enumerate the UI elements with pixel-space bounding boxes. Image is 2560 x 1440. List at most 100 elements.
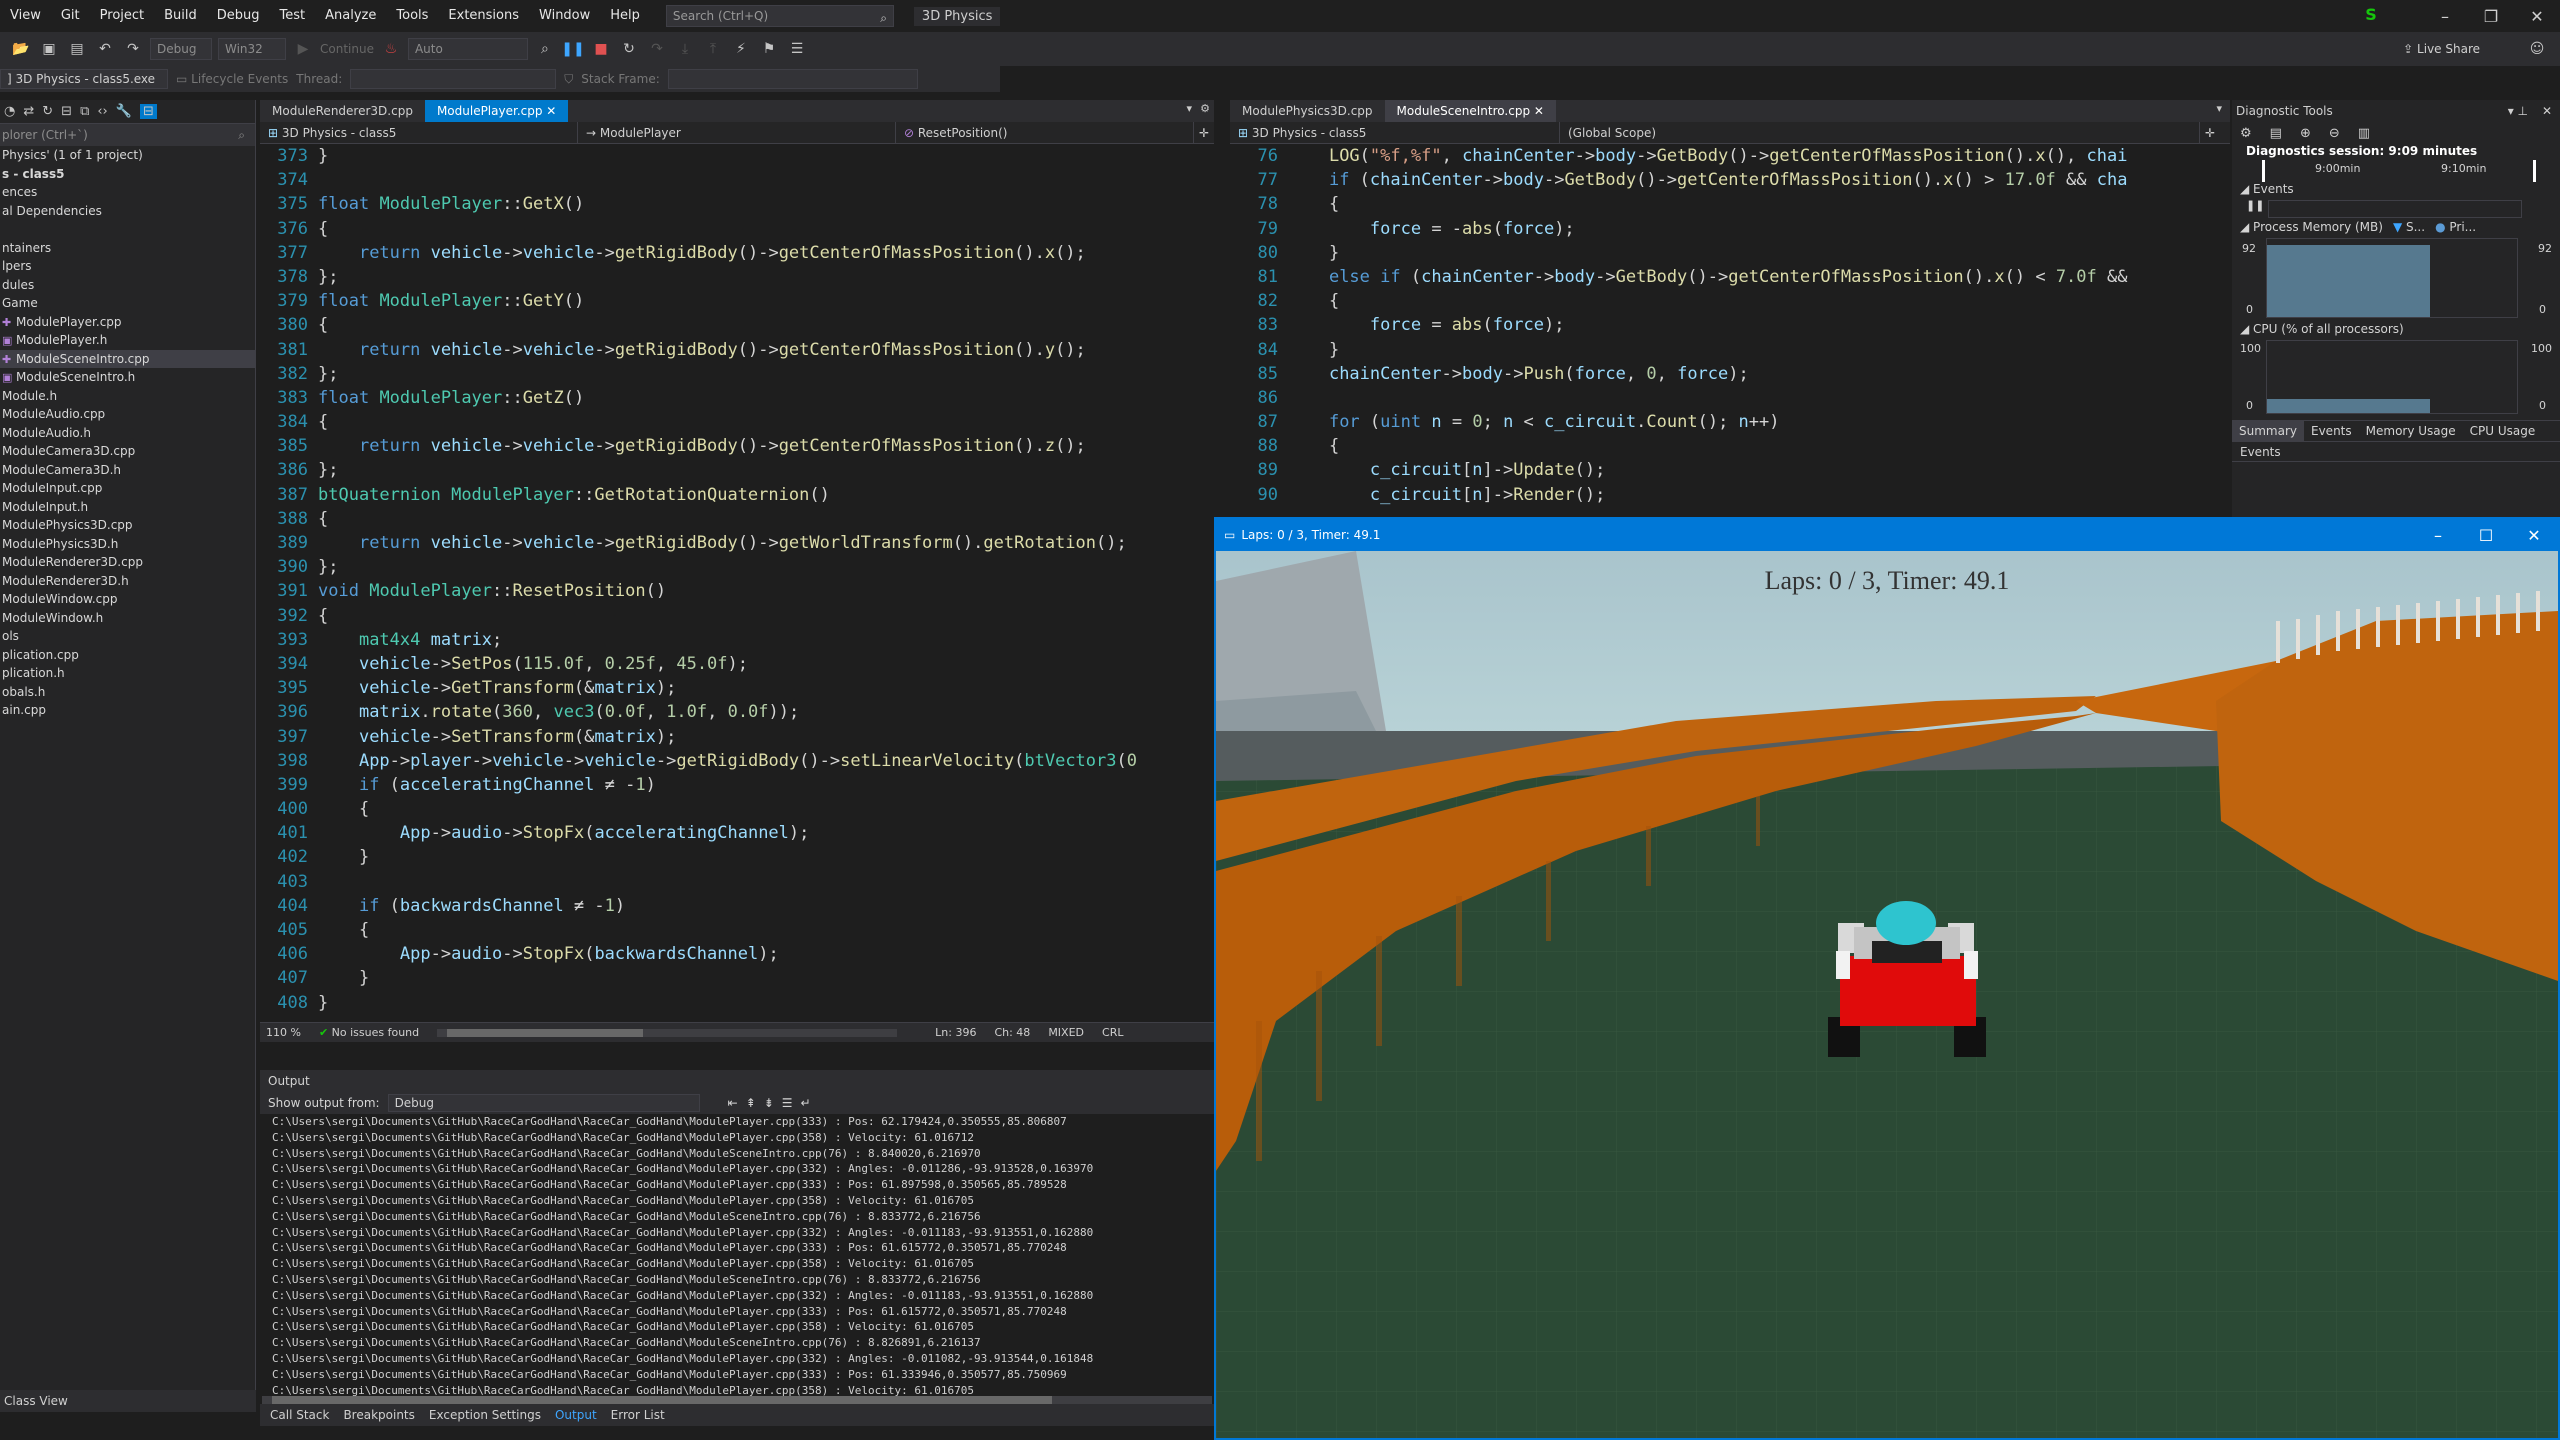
memory-legend-snapshot[interactable]: ▼ S... xyxy=(2393,220,2425,238)
game-window[interactable]: ▭ Laps: 0 / 3, Timer: 49.1 – ☐ ✕ Laps: 0… xyxy=(1214,517,2560,1440)
menu-item-test[interactable]: Test xyxy=(270,0,316,32)
events-section[interactable]: ◢ Events xyxy=(2232,182,2560,198)
minimize-icon[interactable]: – xyxy=(2422,7,2468,26)
project-select[interactable]: ⊞ 3D Physics - class5 xyxy=(1230,121,1560,144)
menu-item-analyze[interactable]: Analyze xyxy=(315,0,386,32)
zoom-out-icon[interactable]: ⊖ xyxy=(2329,126,2340,141)
solution-item[interactable]: ✚ ModuleSceneIntro.cpp xyxy=(0,349,255,368)
solution-item[interactable]: ModuleCamera3D.cpp xyxy=(0,442,255,461)
menu-item-view[interactable]: View xyxy=(0,0,51,32)
auto-select[interactable]: Auto xyxy=(407,38,528,60)
stop-icon[interactable]: ■ xyxy=(590,38,612,60)
solution-item[interactable]: ModuleAudio.h xyxy=(0,424,255,443)
solution-item[interactable]: obals.h xyxy=(0,683,255,702)
output-scrollbar[interactable] xyxy=(262,1396,1212,1404)
wrench-icon[interactable]: 🔧 xyxy=(116,104,132,119)
bottom-tab-exception-settings[interactable]: Exception Settings xyxy=(429,1408,541,1422)
step-out-icon[interactable]: ⤒ xyxy=(702,38,724,60)
step-over-icon[interactable]: ↷ xyxy=(646,38,668,60)
clear-icon[interactable]: ⇤ xyxy=(728,1096,738,1110)
scope-select[interactable]: → ModulePlayer xyxy=(578,121,896,144)
editor-tab[interactable]: ModulePhysics3D.cpp xyxy=(1230,100,1385,122)
close-tab-icon[interactable]: ✕ xyxy=(542,104,556,118)
tab-menu-icon[interactable]: ▾ xyxy=(1186,102,1192,115)
find-icon[interactable]: ⌕ xyxy=(534,38,556,60)
sync-icon[interactable]: ⇄ xyxy=(23,104,34,119)
editor-tab[interactable]: ModuleSceneIntro.cpp ✕ xyxy=(1384,100,1556,122)
search-input[interactable]: Search (Ctrl+Q) ⌕ xyxy=(665,5,894,27)
close-icon[interactable]: ✕ xyxy=(2542,100,2552,122)
settings-icon[interactable]: ⚙ xyxy=(1200,102,1210,115)
lifecycle-events-button[interactable]: ▭ Lifecycle Events xyxy=(176,72,288,86)
play-icon[interactable]: ▶ xyxy=(292,38,314,60)
solution-item[interactable]: ModuleWindow.cpp xyxy=(0,590,255,609)
restart-icon[interactable]: ↻ xyxy=(618,38,640,60)
solution-item[interactable]: Module.h xyxy=(0,387,255,406)
pin-icon[interactable]: ▾ ⊥ xyxy=(2508,100,2528,122)
encoding[interactable]: MIXED xyxy=(1048,1026,1084,1039)
solution-item[interactable]: ntainers xyxy=(0,239,255,258)
solution-item[interactable]: ModuleAudio.cpp xyxy=(0,405,255,424)
settings-icon[interactable]: ⚙ xyxy=(2240,126,2252,141)
horizontal-scrollbar[interactable] xyxy=(437,1028,898,1037)
menu-item-build[interactable]: Build xyxy=(154,0,207,32)
collapse-icon[interactable]: ⊟ xyxy=(61,104,72,119)
solution-item[interactable]: al Dependencies xyxy=(0,202,255,221)
save-icon[interactable]: ▣ xyxy=(38,38,60,60)
cpu-chart[interactable]: 100 0 100 0 xyxy=(2240,340,2552,414)
menu-item-tools[interactable]: Tools xyxy=(386,0,438,32)
solution-item[interactable] xyxy=(0,220,255,239)
game-viewport[interactable]: Laps: 0 / 3, Timer: 49.1 xyxy=(1216,551,2558,1438)
solution-item[interactable]: ModuleInput.h xyxy=(0,498,255,517)
menu-item-help[interactable]: Help xyxy=(600,0,650,32)
memory-section[interactable]: ◢ Process Memory (MB) ▼ S... ● Pri... xyxy=(2232,220,2560,238)
close-icon[interactable]: ✕ xyxy=(2514,7,2560,26)
right-code-area[interactable]: 76 LOG("%f,%f", chainCenter->body->GetBo… xyxy=(1230,144,2230,518)
feedback-icon[interactable]: ☺ xyxy=(2526,38,2548,60)
cpu-section[interactable]: ◢ CPU (% of all processors) xyxy=(2232,322,2560,340)
solution-item[interactable]: ModuleRenderer3D.h xyxy=(0,572,255,591)
solution-item[interactable]: ModuleWindow.h xyxy=(0,609,255,628)
select-tools-icon[interactable]: ▤ xyxy=(2270,126,2282,141)
properties-icon[interactable]: ⧉ xyxy=(80,104,89,119)
solution-item[interactable]: Physics' (1 of 1 project) xyxy=(0,146,255,165)
close-tab-icon[interactable]: ✕ xyxy=(1530,104,1544,118)
platform-select[interactable]: Win32 xyxy=(218,38,286,60)
menu-item-debug[interactable]: Debug xyxy=(207,0,270,32)
bookmark-icon[interactable]: ⚑ xyxy=(758,38,780,60)
editor-tab[interactable]: ModuleRenderer3D.cpp xyxy=(260,100,425,122)
refresh-icon[interactable]: ↻ xyxy=(42,104,53,119)
global-scope-select[interactable]: (Global Scope) xyxy=(1560,121,2200,144)
flame-icon[interactable]: ♨ xyxy=(380,38,402,60)
step-into-icon[interactable]: ⤓ xyxy=(674,38,696,60)
preview-icon[interactable]: ⊟ xyxy=(139,104,157,119)
continue-button[interactable]: Continue xyxy=(320,42,374,56)
diag-tab-events[interactable]: Events xyxy=(2304,421,2359,441)
comment-icon[interactable]: ☰ xyxy=(786,38,808,60)
minimize-icon[interactable]: – xyxy=(2414,526,2462,545)
solution-item[interactable]: ▣ ModuleSceneIntro.h xyxy=(0,368,255,387)
events-track[interactable]: ❚❚ xyxy=(2246,198,2560,220)
code-icon[interactable]: ‹› xyxy=(97,104,107,119)
restore-icon[interactable]: ❐ xyxy=(2468,7,2514,26)
snapshot-icon[interactable]: ▥ xyxy=(2358,126,2370,141)
word-wrap-icon[interactable]: ↵ xyxy=(801,1096,811,1110)
thread-select[interactable] xyxy=(350,69,557,89)
editor-tab[interactable]: ModulePlayer.cpp ✕ xyxy=(424,100,569,122)
solution-item[interactable]: ModulePhysics3D.h xyxy=(0,535,255,554)
class-view-tab[interactable]: Class View xyxy=(0,1390,256,1412)
project-select[interactable]: ⊞ 3D Physics - class5 xyxy=(260,121,578,144)
config-select[interactable]: Debug xyxy=(150,38,212,60)
line-ending[interactable]: CRL xyxy=(1102,1026,1123,1039)
menu-item-window[interactable]: Window xyxy=(529,0,600,32)
open-folder-icon[interactable]: 📂 xyxy=(10,38,32,60)
solution-item[interactable]: plication.cpp xyxy=(0,646,255,665)
process-select[interactable]: ] 3D Physics - class5.exe xyxy=(0,69,168,89)
split-icon[interactable]: ✛ xyxy=(1194,126,1214,140)
issues-status[interactable]: ✔ No issues found xyxy=(319,1026,419,1039)
live-share-button[interactable]: ⇪ Live Share xyxy=(2403,42,2480,56)
split-icon[interactable]: ✛ xyxy=(2200,126,2220,140)
solution-item[interactable]: ModuleCamera3D.h xyxy=(0,461,255,480)
solution-item[interactable]: dules xyxy=(0,276,255,295)
solution-item[interactable]: ences xyxy=(0,183,255,202)
